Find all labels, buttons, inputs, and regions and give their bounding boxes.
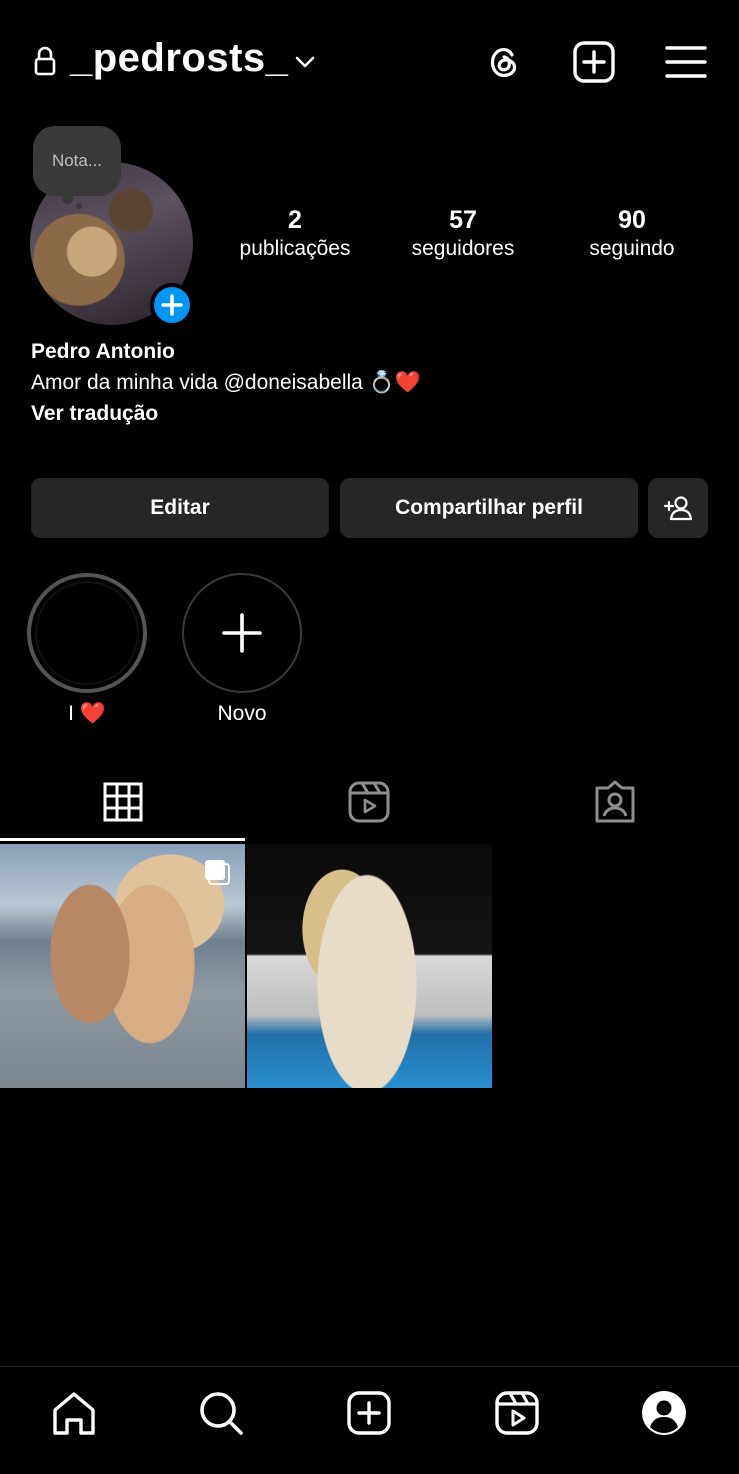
stat-following-label: seguindo (589, 237, 675, 260)
stat-posts-count: 2 (288, 206, 302, 234)
reels-icon[interactable] (494, 1390, 540, 1436)
new-highlight-label: Novo (217, 702, 267, 725)
add-post-icon[interactable] (572, 40, 616, 84)
note-bubble[interactable]: Nota... (33, 126, 121, 196)
note-bubble-tail-small (76, 203, 82, 209)
profile-name: Pedro Antonio (31, 340, 175, 363)
share-profile-button[interactable]: Compartilhar perfil (340, 478, 638, 538)
profile-username[interactable]: _pedrosts_ (70, 36, 288, 81)
stat-followers[interactable]: 57 seguidores (388, 206, 538, 261)
profile-icon[interactable] (641, 1390, 687, 1436)
reels-icon[interactable] (347, 780, 391, 824)
add-person-icon (663, 496, 693, 521)
menu-icon[interactable] (664, 40, 708, 84)
nav-divider (0, 1366, 739, 1367)
tagged-icon[interactable] (593, 780, 637, 824)
grid-icon[interactable] (101, 780, 145, 824)
plus-icon (222, 613, 262, 653)
search-icon[interactable] (198, 1390, 244, 1436)
lock-icon (34, 46, 56, 76)
highlight-cover (35, 581, 139, 685)
stat-followers-count: 57 (449, 206, 477, 234)
post-thumbnail[interactable] (247, 844, 492, 1088)
stat-following[interactable]: 90 seguindo (557, 206, 707, 261)
plus-icon (161, 294, 183, 316)
create-icon[interactable] (346, 1390, 392, 1436)
post-thumbnail[interactable] (0, 844, 245, 1088)
chevron-down-icon[interactable] (294, 52, 316, 72)
stat-posts-label: publicações (239, 237, 351, 260)
active-tab-indicator (0, 838, 245, 841)
home-icon[interactable] (51, 1390, 97, 1436)
threads-icon[interactable] (482, 40, 526, 84)
stat-followers-label: seguidores (411, 237, 515, 260)
discover-people-button[interactable] (648, 478, 708, 538)
stat-following-count: 90 (618, 206, 646, 234)
stat-posts[interactable]: 2 publicações (220, 206, 370, 261)
translate-link[interactable]: Ver tradução (31, 402, 158, 426)
profile-bio: Amor da minha vida @doneisabella 💍❤️ (31, 371, 421, 394)
edit-profile-button[interactable]: Editar (31, 478, 329, 538)
carousel-icon (205, 860, 230, 885)
highlight-love-label: I ❤️ (68, 702, 106, 725)
add-story-button[interactable] (150, 283, 194, 327)
highlight-love[interactable] (27, 573, 147, 693)
new-highlight-button[interactable] (182, 573, 302, 693)
